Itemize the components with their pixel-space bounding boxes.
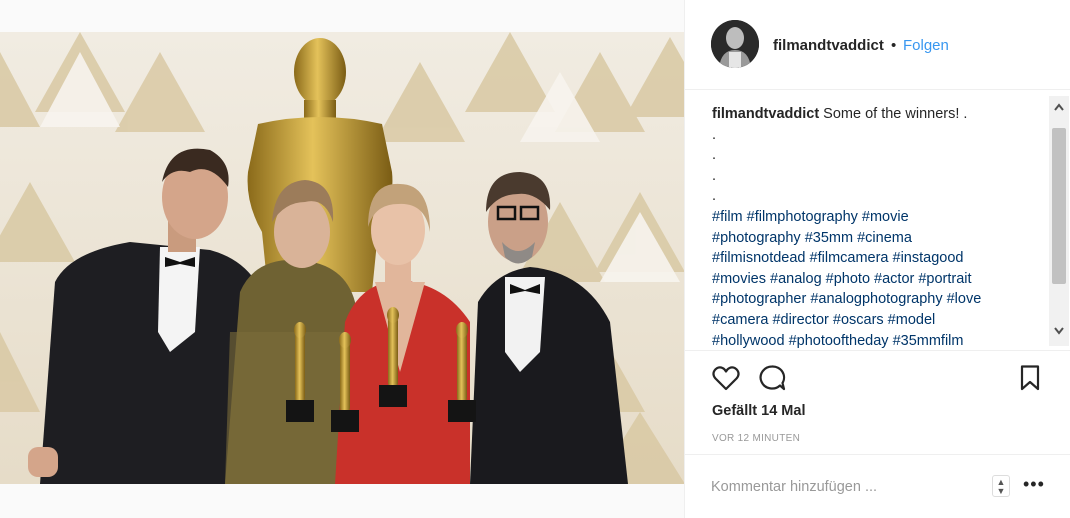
caption-dot: .: [712, 126, 717, 143]
avatar[interactable]: [711, 20, 759, 68]
comment-icon[interactable]: [757, 363, 787, 393]
bookmark-icon[interactable]: [1015, 363, 1045, 393]
caption-dot: .: [712, 167, 717, 184]
caption-dot: .: [712, 188, 717, 205]
caption-first-line: filmandtvaddict Some of the winners! .: [712, 104, 1042, 125]
hashtag-line[interactable]: #photography #35mm #cinema: [712, 228, 1042, 249]
heart-icon[interactable]: [711, 363, 741, 393]
caption-text: Some of the winners! .: [819, 106, 968, 122]
header-separator: •: [891, 37, 897, 54]
post-timestamp: VOR 12 MINUTEN: [712, 433, 801, 444]
comment-box: ▲▼ •••: [685, 454, 1070, 518]
comment-input[interactable]: [711, 475, 961, 499]
more-options-icon[interactable]: •••: [1023, 474, 1045, 495]
caption: filmandtvaddict Some of the winners! . .…: [712, 104, 1042, 352]
post-side-panel: filmandtvaddict • Folgen filmandtvaddict…: [684, 0, 1070, 518]
chevron-down-icon[interactable]: [1049, 322, 1069, 342]
chevron-up-icon[interactable]: [1049, 100, 1069, 120]
hashtag-line[interactable]: #film #filmphotography #movie: [712, 207, 1042, 228]
hashtag-line[interactable]: #photographer #analogphotography #love: [712, 289, 1042, 310]
oscars-winners-photo: [0, 32, 684, 484]
hashtag-line[interactable]: #camera #director #oscars #model: [712, 310, 1042, 331]
resize-stepper-icon[interactable]: ▲ ▼: [992, 475, 1010, 497]
caption-username[interactable]: filmandtvaddict: [712, 106, 819, 122]
hashtag-line[interactable]: #hollywood #photooftheday #35mmfilm: [712, 331, 1042, 352]
hashtag-line[interactable]: #movies #analog #photo #actor #portrait: [712, 269, 1042, 290]
hashtag-line[interactable]: #filmisnotdead #filmcamera #instagood: [712, 248, 1042, 269]
scrollbar-thumb[interactable]: [1052, 128, 1066, 284]
caption-scrollbar[interactable]: [1049, 96, 1069, 346]
header-username[interactable]: filmandtvaddict: [773, 37, 884, 54]
avatar-image: [711, 20, 759, 68]
instagram-post-window: filmandtvaddict • Folgen filmandtvaddict…: [0, 0, 1070, 518]
post-header: filmandtvaddict • Folgen: [685, 0, 1070, 90]
likes-count[interactable]: Gefällt 14 Mal: [712, 403, 805, 419]
follow-button[interactable]: Folgen: [903, 37, 949, 54]
caption-dot: .: [712, 147, 717, 164]
post-photo[interactable]: [0, 32, 684, 484]
